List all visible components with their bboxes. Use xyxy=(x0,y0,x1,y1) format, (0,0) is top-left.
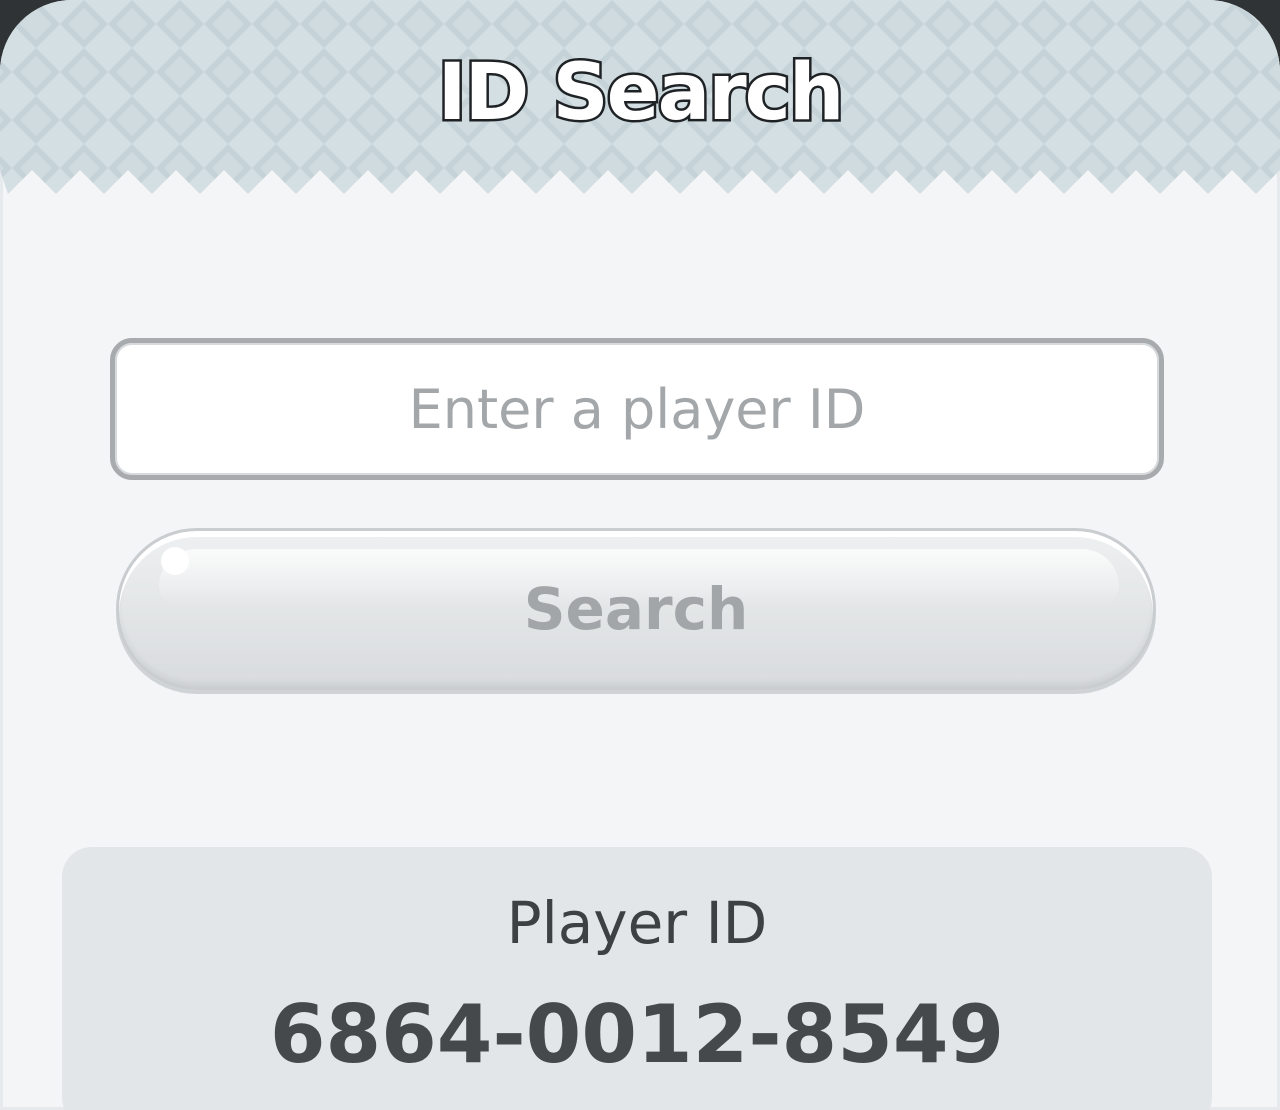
dialog-header: ID Search xyxy=(0,0,1280,200)
player-id-value: 6864-0012-8549 xyxy=(269,988,1005,1081)
player-id-card: Player ID 6864-0012-8549 xyxy=(62,847,1212,1110)
id-search-dialog: ID Search Search Player ID 6864-0012-854… xyxy=(0,0,1280,1110)
dialog-title: ID Search xyxy=(435,46,847,141)
player-id-input[interactable] xyxy=(110,338,1164,480)
search-button[interactable]: Search xyxy=(116,528,1156,690)
player-id-label: Player ID xyxy=(506,889,768,957)
search-button-label: Search xyxy=(523,575,749,643)
button-highlight xyxy=(161,547,189,575)
